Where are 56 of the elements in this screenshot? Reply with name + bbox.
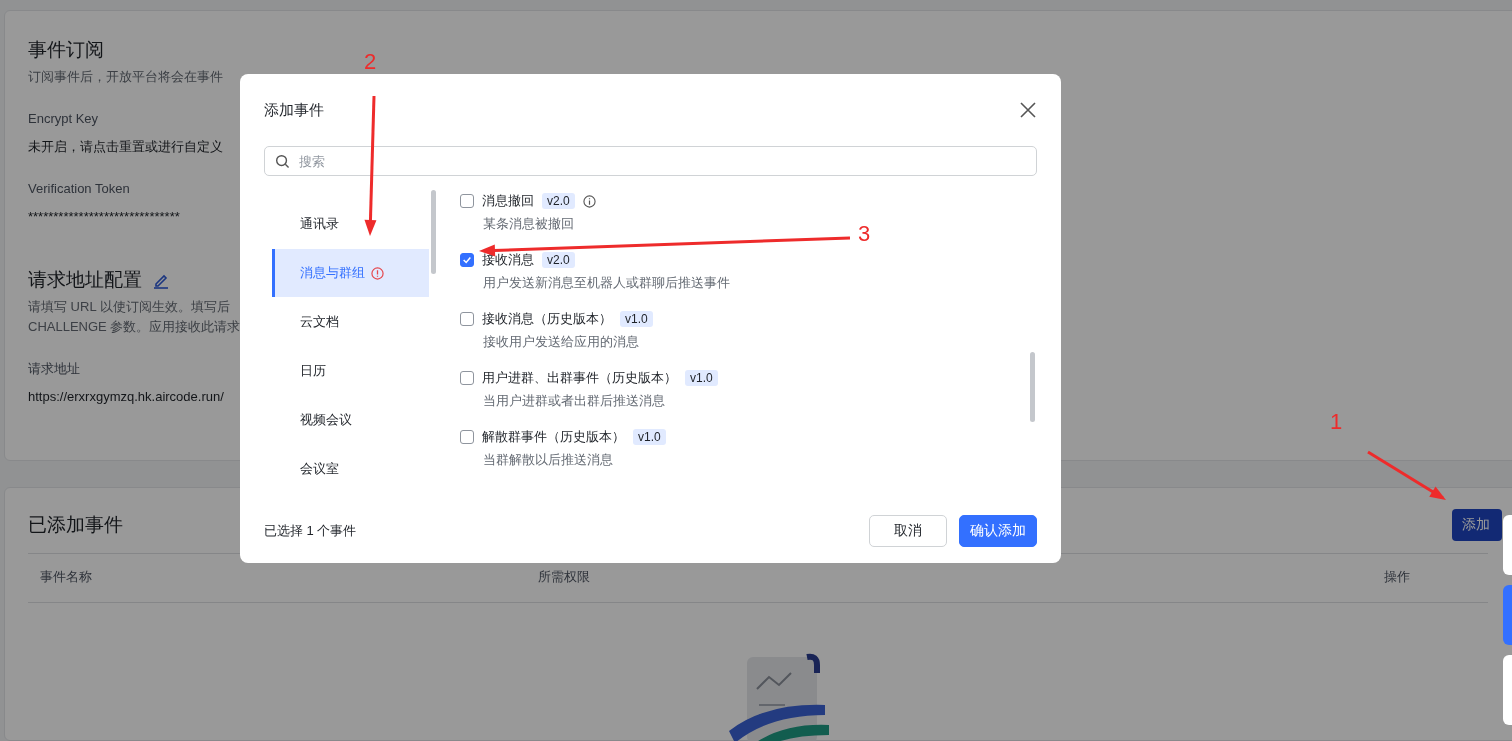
event-description: 用户发送新消息至机器人或群聊后推送事件 [482,274,731,292]
dialog-title: 添加事件 [264,100,324,120]
scrollbar[interactable] [1030,352,1035,422]
selection-summary: 已选择 1 个事件 [264,522,357,540]
column-header: 事件名称 [40,568,92,586]
confirm-button[interactable]: 确认添加 [959,515,1037,547]
event-description: 某条消息被撤回 [482,215,575,233]
section-description: CHALLENGE 参数。应用接收此请求 [28,318,241,336]
event-description: 当用户进群或者出群后推送消息 [482,392,666,410]
scrollbar[interactable] [431,190,436,274]
column-header: 所需权限 [538,568,590,586]
checkbox[interactable] [460,253,474,267]
event-name: 用户进群、出群事件（历史版本） [482,369,677,387]
version-tag: v1.0 [685,370,718,386]
field-label: 请求地址 [28,360,80,378]
checkbox[interactable] [460,312,474,326]
field-label: Verification Token [28,180,130,198]
version-tag: v1.0 [633,429,666,445]
add-button[interactable]: 添加 [1452,508,1502,541]
field-value: ****************************** [28,208,180,226]
event-description: 接收用户发送给应用的消息 [482,333,640,351]
info-icon[interactable] [582,194,596,208]
version-tag: v1.0 [620,311,653,327]
url-value: https://erxrxgymzq.hk.aircode.run/ [28,388,224,406]
section-description: 订阅事件后，开放平台将会在事件 [28,68,223,86]
event-name: 消息撤回 [482,192,534,210]
checkbox[interactable] [460,430,474,444]
section-title: 请求地址配置 [28,268,142,292]
section-title: 已添加事件 [28,512,123,537]
category-item[interactable]: 会议室 [272,445,429,493]
annotation-number: 3 [858,222,871,246]
event-name: 接收消息 [482,251,534,269]
event-description: 当群解散以后推送消息 [482,451,614,469]
category-item[interactable]: 消息与群组 [272,249,429,297]
annotation-number: 2 [364,50,377,74]
category-item[interactable]: 视频会议 [272,396,429,444]
event-name: 接收消息（历史版本） [482,310,612,328]
checkbox[interactable] [460,371,474,385]
category-item[interactable]: 日历 [272,347,429,395]
field-label: Encrypt Key [28,110,99,128]
search-field[interactable]: 搜索 [264,146,1037,176]
checkbox[interactable] [460,194,474,208]
category-item[interactable]: 云文档 [272,298,429,346]
search-icon [275,154,290,169]
close-icon[interactable] [1020,102,1036,118]
cancel-button[interactable]: 取消 [869,515,947,547]
event-name: 解散群事件（历史版本） [482,428,625,446]
check-icon [462,255,472,265]
version-tag: v2.0 [542,252,575,268]
annotation-number: 1 [1330,410,1343,434]
section-title: 事件订阅 [28,38,104,62]
column-header: 操作 [1384,568,1410,586]
field-value: 未开启，请点击重置或进行自定义 [28,138,223,156]
section-description: 请填写 URL 以使订阅生效。填写后 [28,298,230,316]
category-item[interactable]: 通讯录 [272,200,429,248]
version-tag: v2.0 [542,193,575,209]
